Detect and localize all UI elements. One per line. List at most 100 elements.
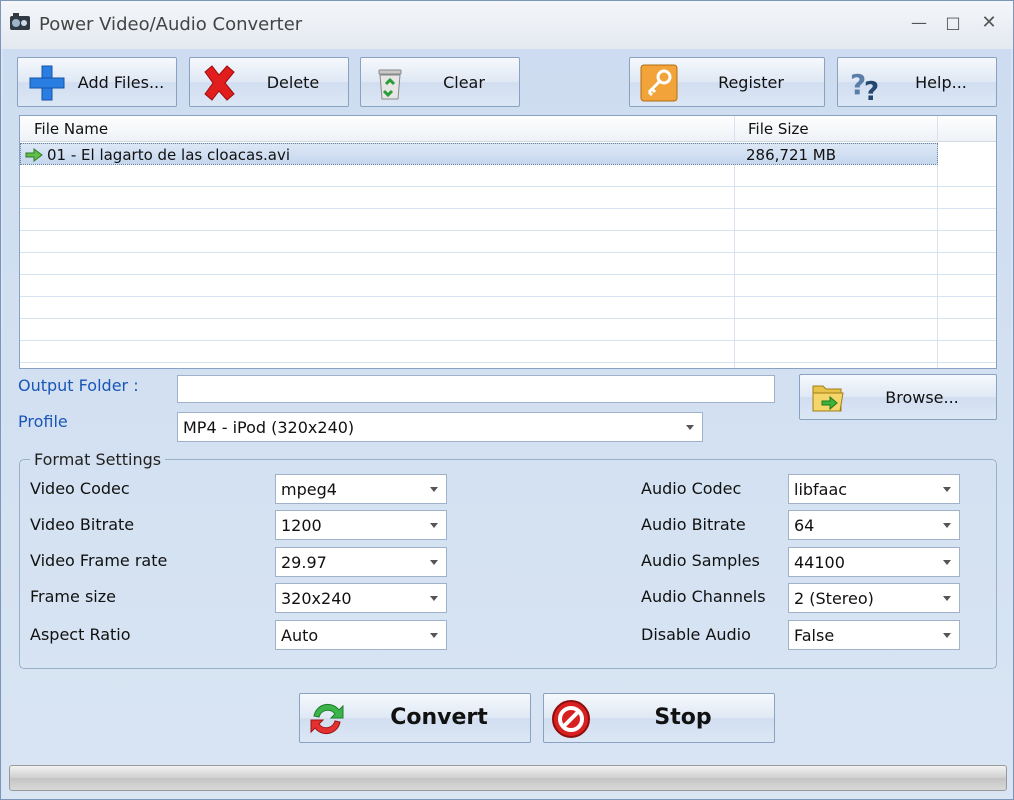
audio-channels-value: 2 (Stereo) [794,589,874,608]
clear-button[interactable]: Clear [360,57,520,107]
audio-bitrate-value: 64 [794,516,815,535]
convert-button[interactable]: Convert [299,693,531,743]
stop-icon [552,700,590,738]
add-files-label: Add Files... [77,72,165,92]
maximize-icon: □ [945,13,961,32]
file-size-cell: 286,721 MB [746,146,837,164]
video-frame-rate-value: 29.97 [281,553,327,572]
row-divider [20,186,996,187]
convert-label: Convert [390,705,488,730]
aspect-ratio-value: Auto [281,626,319,645]
format-settings-title: Format Settings [30,450,166,469]
profile-value: MP4 - iPod (320x240) [183,418,355,437]
frame-size-value: 320x240 [281,589,352,608]
chevron-down-icon [430,596,438,601]
output-folder-label: Output Folder : [18,376,139,395]
delete-button[interactable]: Delete [189,57,349,107]
row-divider [20,318,996,319]
chevron-down-icon [943,523,951,528]
x-icon [204,65,235,101]
folder-icon [812,385,844,412]
profile-select[interactable]: MP4 - iPod (320x240) [177,412,703,442]
output-folder-input[interactable] [177,375,775,403]
audio-bitrate-label: Audio Bitrate [641,515,746,534]
chevron-down-icon [430,633,438,638]
browse-label: Browse... [885,387,959,407]
app-icon [10,13,30,30]
chevron-down-icon [943,596,951,601]
video-frame-rate-label: Video Frame rate [30,551,168,570]
progress-bar [9,765,1007,791]
format-settings-group: Format Settings Video Codec mpeg4 Video … [19,450,997,669]
audio-channels-select[interactable]: 2 (Stereo) [788,583,960,613]
chevron-down-icon [686,425,694,430]
add-files-button[interactable]: Add Files... [17,57,177,107]
chevron-down-icon [943,633,951,638]
file-name-cell: 01 - El lagarto de las cloacas.avi [47,146,291,164]
row-divider [20,296,996,297]
audio-samples-select[interactable]: 44100 [788,547,960,577]
svg-text:?: ? [864,77,879,102]
stop-button[interactable]: Stop [543,693,775,743]
disable-audio-label: Disable Audio [641,625,751,644]
audio-codec-select[interactable]: libfaac [788,474,960,504]
window-title: Power Video/Audio Converter [39,14,303,35]
key-icon [640,64,678,102]
register-button[interactable]: Register [629,57,825,107]
audio-samples-value: 44100 [794,553,845,572]
frame-size-select[interactable]: 320x240 [275,583,447,613]
row-divider [20,208,996,209]
chevron-down-icon [430,487,438,492]
video-codec-select[interactable]: mpeg4 [275,474,447,504]
clear-label: Clear [443,72,485,92]
help-label: Help... [915,72,967,92]
audio-samples-label: Audio Samples [641,551,760,570]
chevron-down-icon [943,560,951,565]
video-bitrate-select[interactable]: 1200 [275,510,447,540]
disable-audio-select[interactable]: False [788,620,960,650]
video-bitrate-label: Video Bitrate [30,515,135,534]
maximize-button[interactable]: □ [941,11,965,35]
row-divider [20,340,996,341]
question-icon: ? ? [850,68,879,102]
app-window: Power Video/Audio Converter — □ ✕ Add Fi… [0,0,1014,800]
client-area: Add Files... Delete Clear Register ? ? H… [3,49,1011,799]
audio-bitrate-select[interactable]: 64 [788,510,960,540]
aspect-ratio-label: Aspect Ratio [30,625,131,644]
row-divider [20,274,996,275]
audio-channels-label: Audio Channels [641,587,766,606]
audio-codec-value: libfaac [794,480,848,499]
video-codec-value: mpeg4 [281,480,337,499]
table-row[interactable]: 01 - El lagarto de las cloacas.avi 286,7… [20,143,938,165]
aspect-ratio-select[interactable]: Auto [275,620,447,650]
row-divider [20,252,996,253]
refresh-icon [310,703,344,735]
minimize-button[interactable]: — [907,11,931,35]
close-button[interactable]: ✕ [977,11,1001,35]
chevron-down-icon [430,560,438,565]
title-bar[interactable]: Power Video/Audio Converter — □ ✕ [1,1,1013,49]
video-codec-label: Video Codec [30,479,130,498]
column-file-name[interactable]: File Name [34,120,108,138]
register-label: Register [718,72,784,92]
disable-audio-value: False [794,626,835,645]
video-frame-rate-select[interactable]: 29.97 [275,547,447,577]
close-icon: ✕ [981,12,997,33]
row-divider [20,362,996,363]
browse-button[interactable]: Browse... [799,374,997,420]
stop-label: Stop [654,705,712,730]
row-divider [20,230,996,231]
file-list-header: File Name File Size [20,116,996,142]
profile-label: Profile [18,412,68,431]
plus-icon [29,65,65,101]
file-list[interactable]: File Name File Size 01 - El lagarto de l… [19,115,997,369]
column-file-size[interactable]: File Size [748,120,809,138]
minimize-icon: — [911,13,927,32]
video-bitrate-value: 1200 [281,516,322,535]
frame-size-label: Frame size [30,587,116,606]
delete-label: Delete [266,72,320,92]
chevron-down-icon [430,523,438,528]
recycle-bin-icon [378,69,402,100]
help-button[interactable]: ? ? Help... [837,57,997,107]
audio-codec-label: Audio Codec [641,479,742,498]
